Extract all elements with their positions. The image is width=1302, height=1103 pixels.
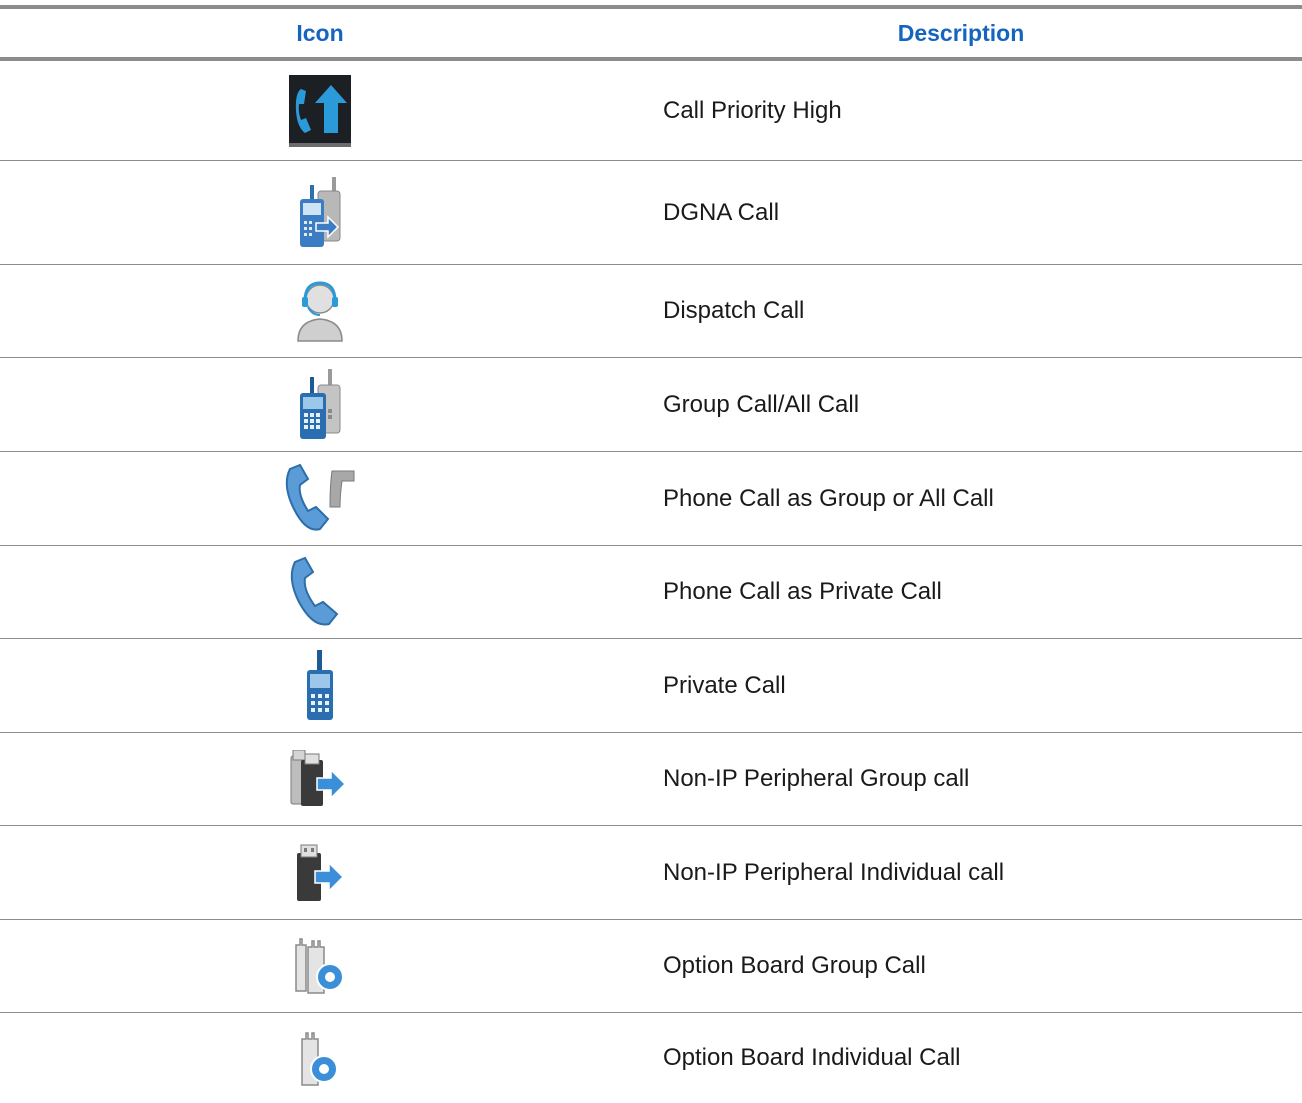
row-description: Call Priority High xyxy=(663,96,842,124)
row-description: Non-IP Peripheral Individual call xyxy=(663,858,1005,886)
table-row: Phone Call as Group or All Call xyxy=(0,452,1302,546)
header-description: Description xyxy=(897,19,1025,46)
table-header: Icon Description xyxy=(0,9,1302,61)
table-row: Non-IP Peripheral Individual call xyxy=(0,826,1302,920)
icon-table: Icon Description Call Priority High DGNA… xyxy=(0,5,1302,1103)
option-board-group-icon xyxy=(290,937,350,995)
table-row: Non-IP Peripheral Group call xyxy=(0,733,1302,826)
row-description: Dispatch Call xyxy=(663,297,805,324)
non-ip-peripheral-individual-icon xyxy=(291,843,349,903)
table-row: Phone Call as Private Call xyxy=(0,546,1302,639)
dispatch-call-icon xyxy=(296,277,344,345)
table-row: Private Call xyxy=(0,639,1302,733)
table-row: DGNA Call xyxy=(0,161,1302,265)
row-description: Private Call xyxy=(663,671,786,699)
phone-call-private-icon xyxy=(287,556,353,628)
table-row: Group Call/All Call xyxy=(0,358,1302,452)
dgna-call-icon xyxy=(296,176,344,249)
row-description: Phone Call as Private Call xyxy=(663,578,942,605)
option-board-individual-icon xyxy=(294,1029,346,1087)
row-description: Group Call/All Call xyxy=(663,390,860,418)
table-row: Dispatch Call xyxy=(0,265,1302,358)
non-ip-peripheral-group-icon xyxy=(287,750,353,808)
private-call-icon xyxy=(303,649,337,722)
header-icon: Icon xyxy=(296,19,344,46)
table-row: Option Board Individual Call xyxy=(0,1013,1302,1103)
phone-call-group-icon xyxy=(280,463,360,535)
row-description: DGNA Call xyxy=(663,198,780,226)
row-description: Phone Call as Group or All Call xyxy=(663,484,994,512)
row-description: Option Board Group Call xyxy=(663,952,926,979)
table-row: Call Priority High xyxy=(0,61,1302,161)
row-description: Option Board Individual Call xyxy=(663,1044,961,1071)
call-priority-high-icon xyxy=(289,74,351,147)
group-call-icon xyxy=(296,368,344,441)
table-row: Option Board Group Call xyxy=(0,920,1302,1013)
row-description: Non-IP Peripheral Group call xyxy=(663,765,970,792)
